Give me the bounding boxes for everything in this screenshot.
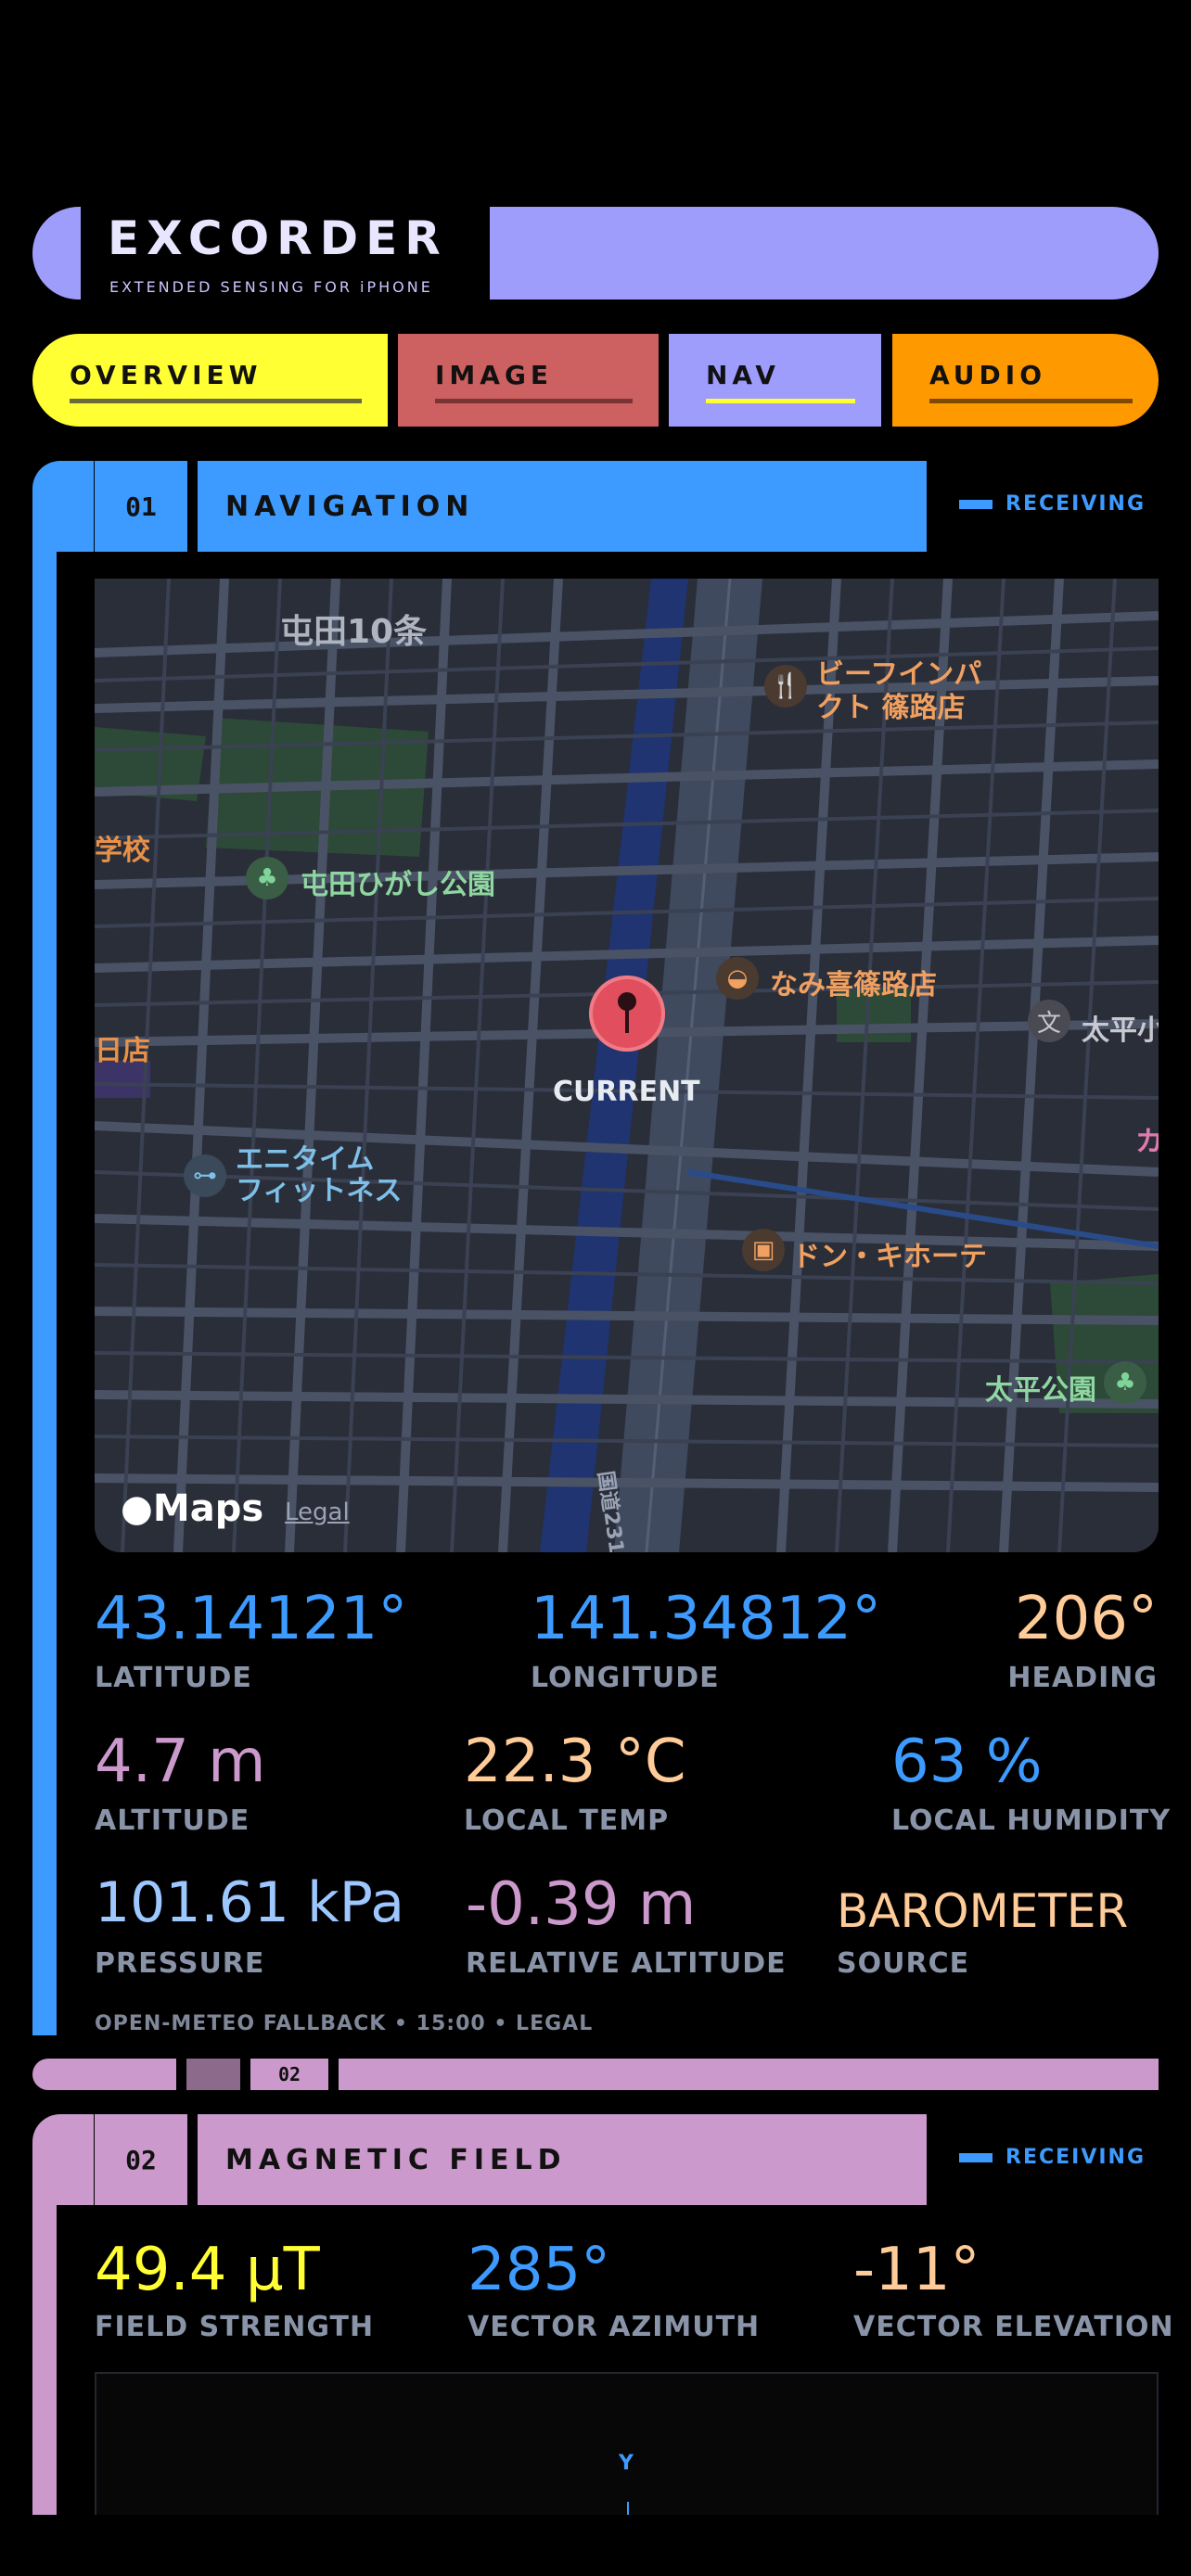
mag-status: RECEIVING [959, 2146, 1146, 2169]
latitude-value: 43.14121° [95, 1585, 408, 1653]
mag-frame-elbow [32, 2114, 94, 2205]
header-cap [32, 207, 81, 300]
vector-azimuth-value: 285° [467, 2236, 611, 2304]
map-label-school-right: 太平小 [1082, 1014, 1159, 1047]
nav-status-text: RECEIVING [1005, 492, 1146, 516]
tab-underline [929, 399, 1133, 403]
local-temp-value: 22.3 °C [464, 1728, 686, 1796]
app-title: EXCORDER [108, 211, 448, 265]
status-dash [959, 499, 992, 509]
longitude-label: LONGITUDE [531, 1662, 720, 1694]
map-view[interactable]: 屯田10条 学校 日店 ♣ 屯田ひがし公園 🍴 ビーフインパ クト 篠路店 ◒ … [95, 579, 1159, 1552]
tab-image[interactable]: IMAGE [398, 334, 659, 427]
shopping-bag-icon[interactable]: ▣ [742, 1229, 785, 1271]
tab-nav[interactable]: NAV [669, 334, 881, 427]
status-dash [959, 2152, 992, 2162]
nav-footnote: OPEN-METEO FALLBACK • 15:00 • LEGAL [95, 2012, 594, 2035]
magnetic-vector-plot: Y [95, 2372, 1159, 2515]
maps-brand: Maps [152, 1487, 264, 1530]
longitude-value: 141.34812° [531, 1585, 882, 1653]
relative-altitude-label: RELATIVE ALTITUDE [466, 1947, 787, 1980]
tab-nav-label: NAV [706, 360, 780, 390]
bowl-icon[interactable]: ◒ [716, 957, 759, 1000]
mag-frame-inner-corner [57, 2205, 94, 2233]
nav-section-number: 01 [95, 461, 187, 552]
apple-logo-icon: ● [121, 1487, 153, 1530]
nav-frame-elbow [32, 461, 94, 552]
latitude-label: LATITUDE [95, 1662, 252, 1694]
local-humidity-value: 63 % [891, 1728, 1043, 1796]
vector-azimuth-label: VECTOR AZIMUTH [467, 2311, 761, 2343]
plot-axis-y-tick [627, 2502, 629, 2515]
nav-section-title: NAVIGATION [198, 461, 927, 552]
tab-image-label: IMAGE [435, 360, 554, 390]
map-label-school-left: 学校 [95, 835, 150, 867]
tab-underline [435, 399, 633, 403]
mag-frame-rail [32, 2205, 57, 2515]
altitude-label: ALTITUDE [95, 1804, 250, 1837]
field-strength-label: FIELD STRENGTH [95, 2311, 375, 2343]
nav-frame-rail [32, 552, 57, 2035]
pin-icon-stem [625, 1009, 629, 1033]
relative-altitude-value: -0.39 m [466, 1870, 697, 1939]
source-value: BAROMETER [837, 1884, 1129, 1938]
school-icon[interactable]: 文 [1028, 1000, 1070, 1042]
mag-section-number: 02 [95, 2114, 187, 2205]
field-strength-value: 49.4 µT [95, 2236, 320, 2304]
dumbbell-icon[interactable]: ⊶ [184, 1154, 226, 1197]
nav-frame-inner-corner [57, 552, 94, 580]
pin-icon [618, 992, 636, 1011]
divider-marker [186, 2059, 240, 2090]
altitude-value: 4.7 m [95, 1728, 266, 1796]
vector-elevation-value: -11° [853, 2236, 980, 2304]
pressure-value: 101.61 kPa [95, 1870, 405, 1935]
header-bar [490, 207, 1159, 300]
divider-right [339, 2059, 1159, 2090]
map-label-store: ドン・キホーテ [792, 1241, 987, 1273]
tab-overview[interactable]: OVERVIEW [32, 334, 388, 427]
map-label-park1: 屯田ひがし公園 [301, 869, 495, 901]
tab-audio-label: AUDIO [929, 360, 1047, 390]
tab-overview-label: OVERVIEW [70, 360, 263, 390]
map-label-shop-left: 日店 [95, 1035, 150, 1067]
tab-audio[interactable]: AUDIO [892, 334, 1159, 427]
heading-value: 206° [1014, 1585, 1158, 1653]
map-label-restaurant1: ビーフインパ クト 篠路店 [816, 658, 982, 724]
divider-left [32, 2059, 176, 2090]
current-location-label: CURRENT [553, 1076, 700, 1108]
map-label-park2: 太平公園 [985, 1374, 1096, 1407]
map-label-district: 屯田10条 [280, 613, 428, 651]
mag-status-text: RECEIVING [1005, 2146, 1146, 2169]
map-legal-link[interactable]: Legal [285, 1498, 350, 1526]
local-humidity-label: LOCAL HUMIDITY [891, 1804, 1172, 1837]
divider-label: 02 [250, 2059, 328, 2090]
park-icon[interactable]: ♣ [1104, 1361, 1146, 1404]
app-subtitle: EXTENDED SENSING FOR iPHONE [109, 278, 433, 296]
heading-label: HEADING [1007, 1662, 1158, 1694]
pressure-label: PRESSURE [95, 1947, 265, 1980]
park-icon[interactable]: ♣ [246, 857, 288, 899]
mag-section-title: MAGNETIC FIELD [198, 2114, 927, 2205]
map-label-gym: エニタイム フィットネス [236, 1143, 403, 1207]
map-label-edge-right: カ [1135, 1126, 1159, 1158]
plot-axis-y-label: Y [619, 2452, 634, 2475]
apple-maps-logo: ●Maps [121, 1487, 263, 1530]
tab-underline [70, 399, 362, 403]
source-label: SOURCE [837, 1947, 970, 1980]
vector-elevation-label: VECTOR ELEVATION [853, 2311, 1174, 2343]
local-temp-label: LOCAL TEMP [464, 1804, 670, 1837]
tab-underline-active [706, 399, 855, 403]
current-location-pin[interactable] [589, 976, 665, 1052]
nav-status: RECEIVING [959, 492, 1146, 516]
map-label-restaurant2: なみ喜篠路店 [770, 969, 937, 1001]
fork-knife-icon[interactable]: 🍴 [764, 665, 807, 708]
